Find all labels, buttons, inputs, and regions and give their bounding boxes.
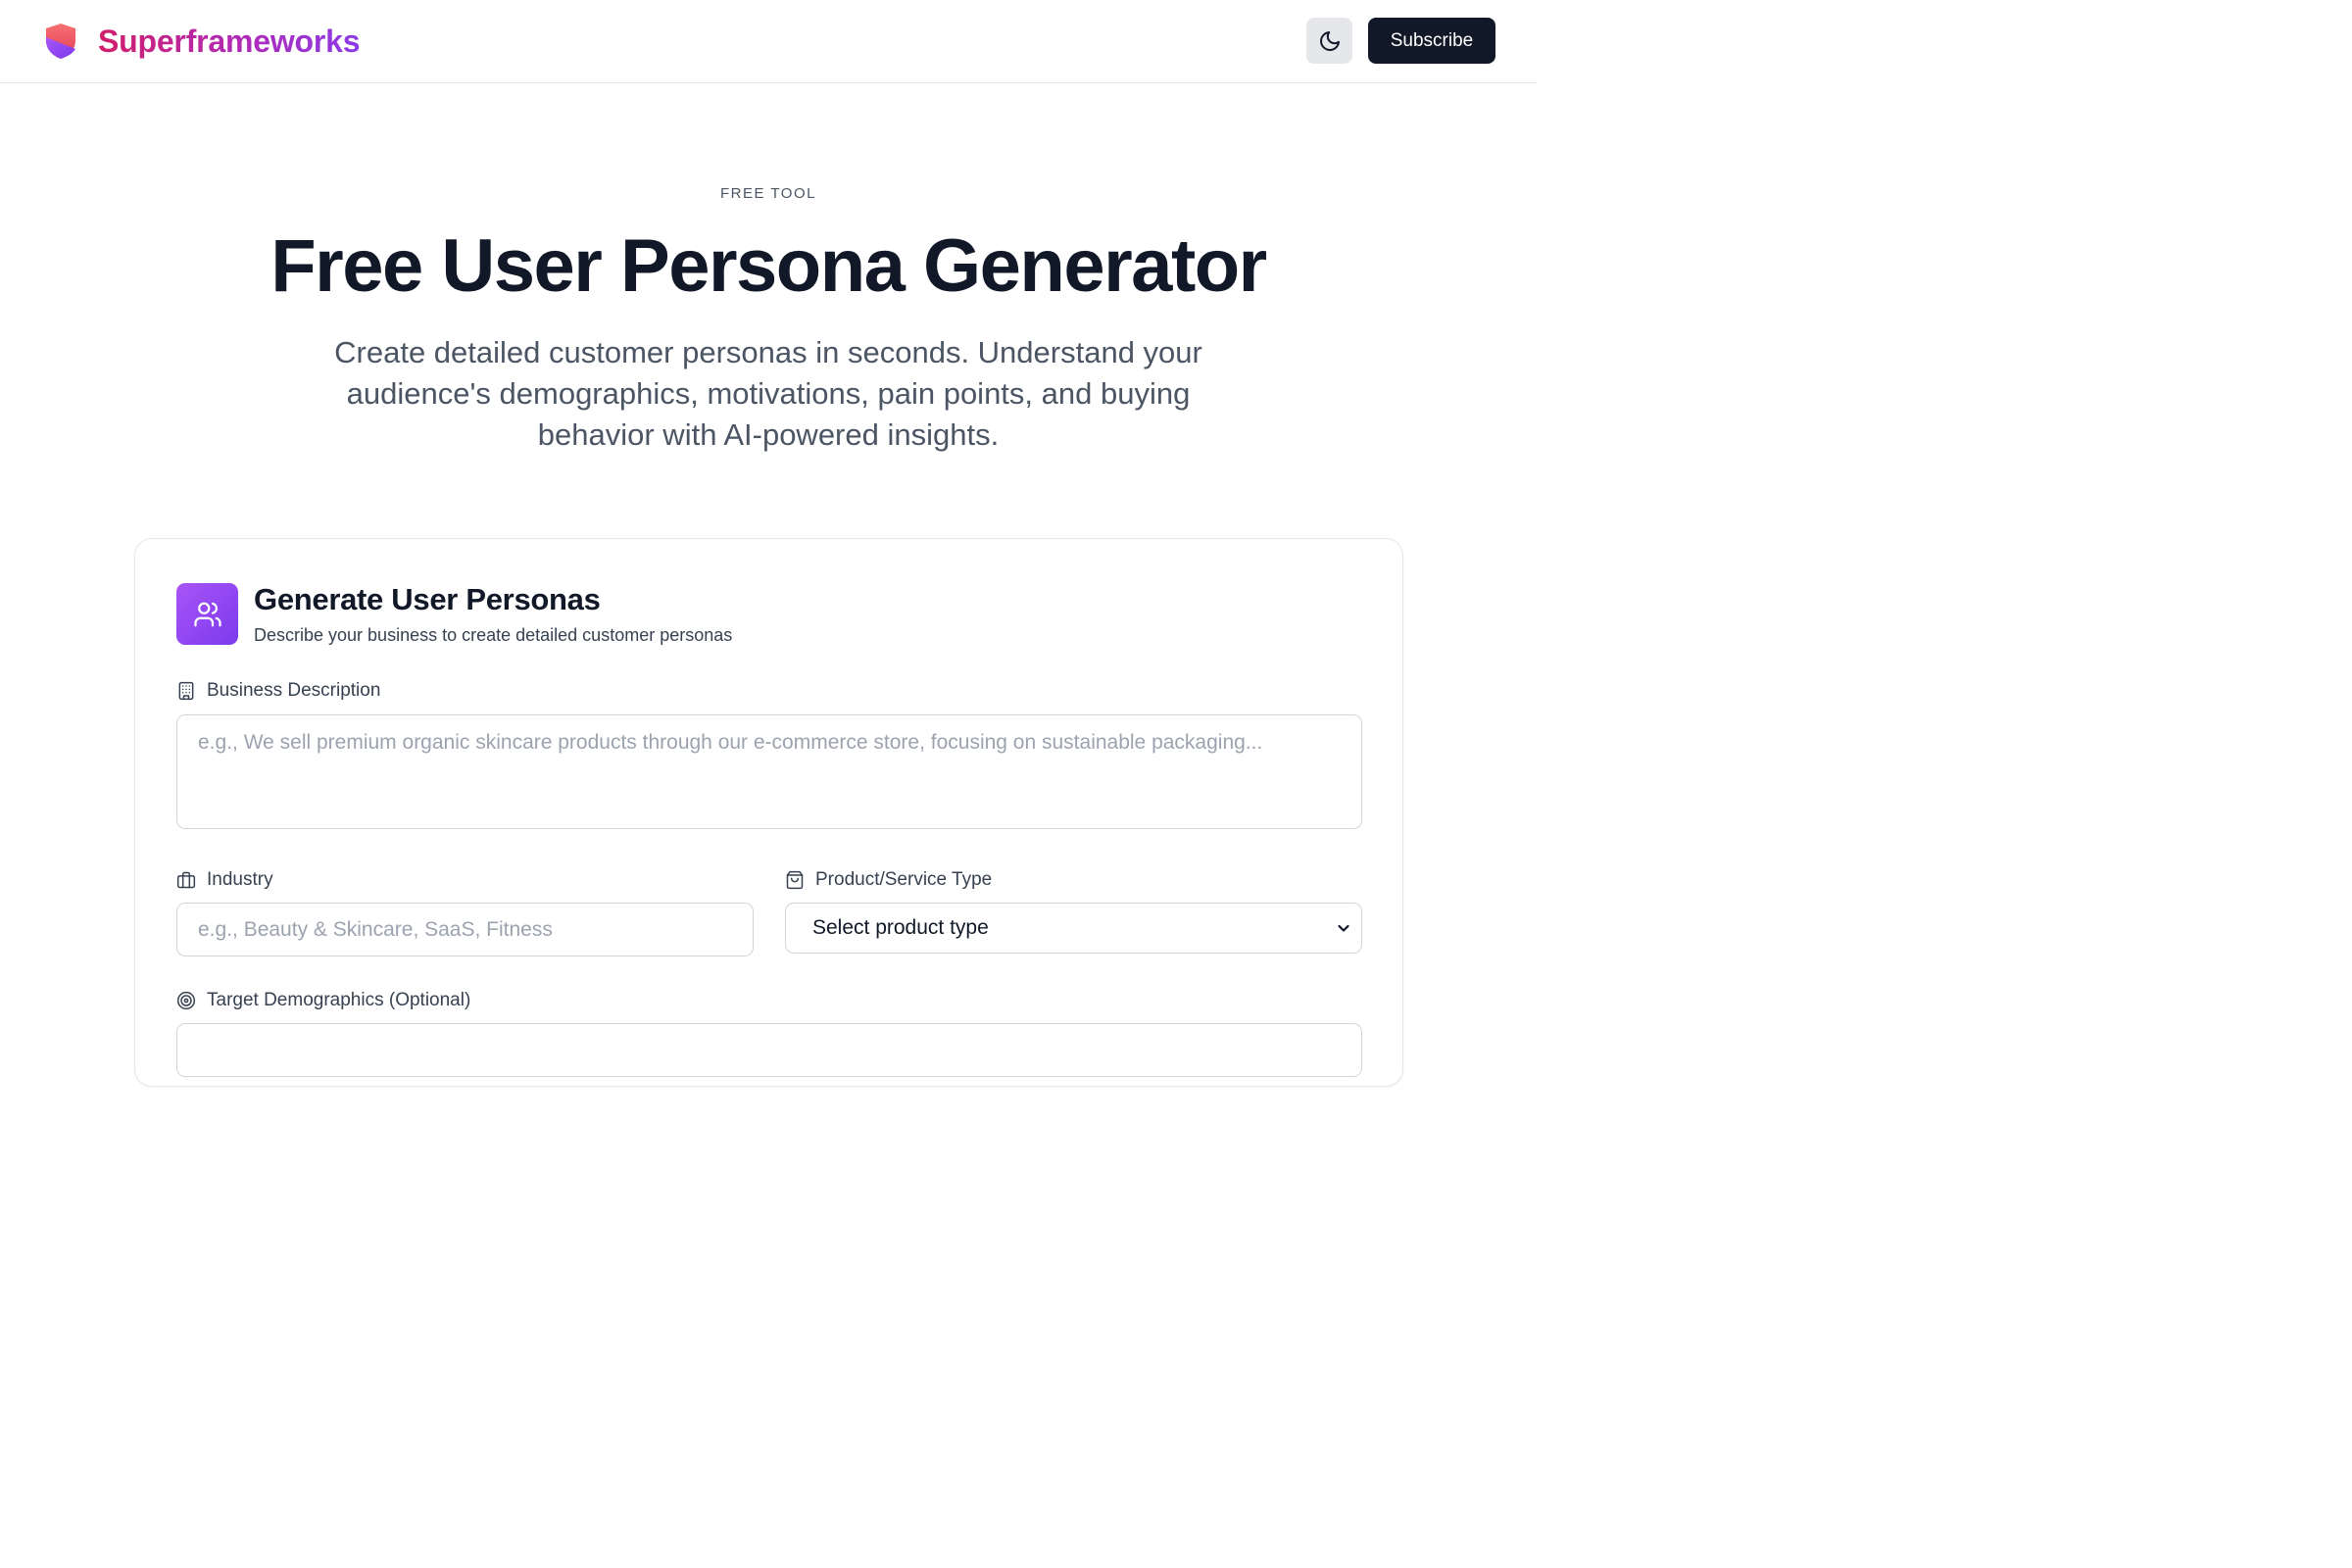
brand-home-link[interactable]: Superframeworks: [43, 22, 361, 61]
hero-subtitle: Create detailed customer personas in sec…: [334, 335, 1202, 452]
product-type-label: Product/Service Type: [785, 868, 992, 892]
business-description-textarea[interactable]: [176, 714, 1362, 829]
target-demographics-label-text: Target Demographics (Optional): [207, 990, 471, 1010]
building-icon: [176, 681, 207, 701]
industry-input[interactable]: [176, 903, 754, 956]
moon-icon: [1318, 29, 1342, 53]
product-type-label-text: Product/Service Type: [815, 869, 993, 890]
business-description-label-text: Business Description: [207, 680, 381, 701]
card-title: Generate User Personas: [254, 582, 601, 616]
business-description-label: Business Description: [176, 679, 380, 703]
theme-toggle-button[interactable]: [1306, 18, 1352, 64]
industry-label: Industry: [176, 868, 273, 892]
chevron-down-icon: [1336, 920, 1351, 936]
product-type-select[interactable]: Select product type: [785, 903, 1362, 954]
card-subtitle: Describe your business to create detaile…: [254, 625, 733, 645]
shopping-bag-icon: [785, 870, 815, 890]
subscribe-button[interactable]: Subscribe: [1368, 18, 1495, 64]
persona-generator-card: Generate User Personas Describe your bus…: [134, 538, 1403, 1087]
top-navigation-bar: Superframeworks Subscribe: [0, 0, 1537, 83]
briefcase-icon: [176, 870, 207, 890]
target-icon: [176, 991, 207, 1010]
target-demographics-label: Target Demographics (Optional): [176, 989, 470, 1012]
brand-name: Superframeworks: [98, 24, 361, 59]
industry-label-text: Industry: [207, 869, 273, 890]
hero-eyebrow: FREE TOOL: [720, 185, 816, 202]
card-header-icon-tile: [176, 583, 238, 645]
target-demographics-input[interactable]: [176, 1023, 1362, 1077]
product-type-selected-value: Select product type: [812, 916, 989, 939]
users-icon: [193, 600, 222, 629]
shield-logo-icon: [43, 22, 78, 61]
page-title: Free User Persona Generator: [270, 224, 1267, 308]
